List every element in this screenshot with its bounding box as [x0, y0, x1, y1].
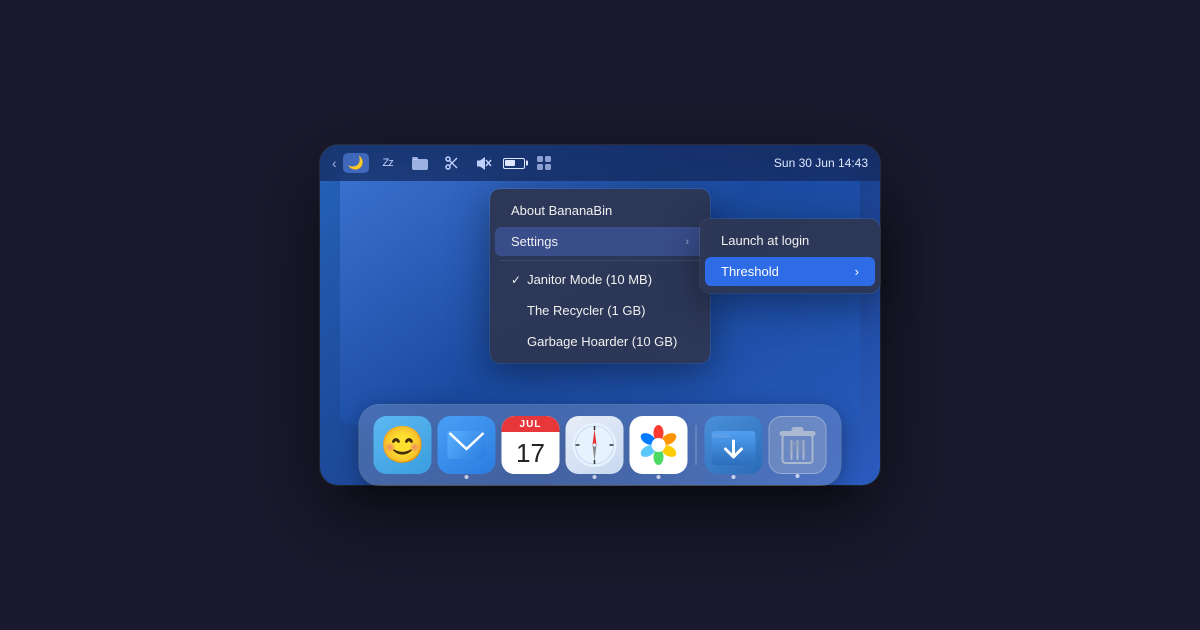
settings-submenu: Launch at login Threshold ›	[700, 219, 880, 293]
recycler-label: The Recycler (1 GB)	[527, 303, 689, 318]
control-center-icon[interactable]	[531, 153, 557, 173]
dock-icon-calendar[interactable]: JUL 17	[502, 416, 560, 474]
main-menu: About BananaBin Settings › ✓ Janitor Mod…	[490, 189, 710, 363]
threshold-arrow-icon: ›	[855, 264, 859, 279]
dock-icon-photos[interactable]	[630, 416, 688, 474]
threshold-label: Threshold	[721, 264, 779, 279]
janitor-check: ✓	[511, 273, 521, 287]
calendar-month: JUL	[502, 416, 560, 432]
menu-item-settings[interactable]: Settings ›	[495, 227, 705, 256]
menu-item-about[interactable]: About BananaBin	[495, 196, 705, 225]
hoarder-label: Garbage Hoarder (10 GB)	[527, 334, 689, 349]
dock-separator	[696, 425, 697, 465]
launch-label: Launch at login	[721, 233, 809, 248]
menu-item-hoarder[interactable]: Garbage Hoarder (10 GB)	[495, 327, 705, 356]
mac-window: ‹ 🌙 Zz	[320, 145, 880, 485]
dock-icon-downloads[interactable]	[705, 416, 763, 474]
dock-icon-mail[interactable]	[438, 416, 496, 474]
submenu-launch[interactable]: Launch at login	[705, 226, 875, 255]
menu-item-recycler[interactable]: The Recycler (1 GB)	[495, 296, 705, 325]
dock-icon-finder[interactable]: 😊	[374, 416, 432, 474]
menu-bar: ‹ 🌙 Zz	[320, 145, 880, 181]
sleep-icon[interactable]: Zz	[375, 153, 401, 173]
settings-label: Settings	[511, 234, 685, 249]
folder-menubar-icon[interactable]	[407, 153, 433, 173]
date-time: Sun 30 Jun 14:43	[774, 156, 868, 170]
calendar-day: 17	[502, 432, 560, 474]
dock-icon-safari[interactable]	[566, 416, 624, 474]
dropdown-container: About BananaBin Settings › ✓ Janitor Mod…	[490, 189, 710, 363]
settings-arrow-icon: ›	[685, 236, 689, 248]
janitor-label: Janitor Mode (10 MB)	[527, 272, 689, 287]
mute-icon[interactable]	[471, 153, 497, 173]
submenu-threshold[interactable]: Threshold ›	[705, 257, 875, 286]
menu-bar-right: Sun 30 Jun 14:43	[774, 156, 868, 170]
menu-separator	[500, 260, 700, 261]
dock-icon-trash[interactable]	[769, 416, 827, 474]
menu-item-janitor[interactable]: ✓ Janitor Mode (10 MB)	[495, 265, 705, 294]
bananabin-menubar-icon[interactable]: 🌙	[343, 153, 369, 173]
chevron-left-icon[interactable]: ‹	[332, 155, 337, 171]
menu-bar-left: ‹ 🌙 Zz	[332, 153, 557, 173]
about-label: About BananaBin	[511, 203, 689, 218]
battery-icon	[503, 158, 525, 169]
dock: 😊 JUL 17	[360, 405, 841, 485]
scissors-icon[interactable]	[439, 153, 465, 173]
